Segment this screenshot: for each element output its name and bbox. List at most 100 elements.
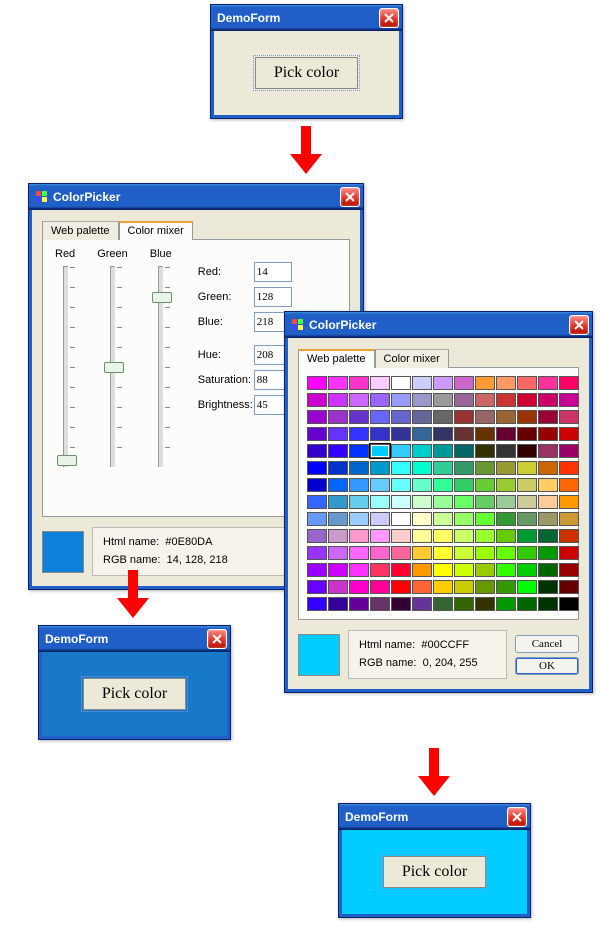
palette-cell[interactable] [517,529,537,543]
palette-cell[interactable] [349,597,369,611]
palette-cell[interactable] [370,597,390,611]
palette-cell[interactable] [454,393,474,407]
palette-cell[interactable] [307,495,327,509]
palette-cell[interactable] [307,393,327,407]
titlebar[interactable]: DemoForm [211,5,402,31]
palette-cell[interactable] [349,563,369,577]
palette-cell[interactable] [391,546,411,560]
palette-cell[interactable] [496,580,516,594]
palette-cell[interactable] [496,597,516,611]
palette-cell[interactable] [307,427,327,441]
palette-cell[interactable] [328,580,348,594]
palette-cell[interactable] [538,495,558,509]
palette-cell[interactable] [391,393,411,407]
palette-cell[interactable] [349,546,369,560]
palette-cell[interactable] [454,580,474,594]
palette-cell[interactable] [412,410,432,424]
tab-color-mixer[interactable]: Color mixer [375,349,449,368]
palette-cell[interactable] [412,478,432,492]
palette-cell[interactable] [370,546,390,560]
palette-cell[interactable] [538,597,558,611]
palette-cell[interactable] [307,444,327,458]
palette-cell[interactable] [454,410,474,424]
palette-cell[interactable] [496,478,516,492]
palette-cell[interactable] [475,444,495,458]
palette-cell[interactable] [559,376,579,390]
palette-cell[interactable] [433,461,453,475]
palette-cell[interactable] [391,478,411,492]
blue-slider[interactable] [158,266,163,467]
palette-cell[interactable] [328,427,348,441]
palette-cell[interactable] [433,410,453,424]
palette-cell[interactable] [412,597,432,611]
palette-cell[interactable] [433,495,453,509]
palette-cell[interactable] [475,376,495,390]
palette-cell[interactable] [307,410,327,424]
palette-cell[interactable] [349,580,369,594]
palette-cell[interactable] [391,597,411,611]
palette-cell[interactable] [538,563,558,577]
palette-cell[interactable] [307,563,327,577]
palette-cell[interactable] [349,478,369,492]
palette-cell[interactable] [538,444,558,458]
palette-cell[interactable] [433,563,453,577]
palette-cell[interactable] [433,478,453,492]
palette-cell[interactable] [391,410,411,424]
palette-cell[interactable] [370,512,390,526]
palette-cell[interactable] [454,376,474,390]
close-icon[interactable] [507,807,527,827]
palette-cell[interactable] [412,580,432,594]
pick-color-button[interactable]: Pick color [383,856,486,888]
palette-cell[interactable] [307,580,327,594]
palette-cell[interactable] [307,461,327,475]
palette-cell[interactable] [370,529,390,543]
palette-cell[interactable] [454,461,474,475]
palette-cell[interactable] [496,461,516,475]
palette-cell[interactable] [391,563,411,577]
palette-cell[interactable] [370,478,390,492]
palette-cell[interactable] [412,512,432,526]
palette-cell[interactable] [538,546,558,560]
palette-cell[interactable] [475,461,495,475]
palette-cell[interactable] [328,512,348,526]
palette-cell[interactable] [559,495,579,509]
palette-cell[interactable] [391,580,411,594]
palette-cell[interactable] [328,393,348,407]
palette-cell[interactable] [559,410,579,424]
palette-cell[interactable] [559,529,579,543]
palette-cell[interactable] [538,410,558,424]
palette-cell[interactable] [370,461,390,475]
palette-cell[interactable] [496,444,516,458]
palette-cell[interactable] [349,444,369,458]
palette-cell[interactable] [538,427,558,441]
palette-cell[interactable] [517,597,537,611]
palette-cell[interactable] [370,563,390,577]
palette-cell[interactable] [433,597,453,611]
palette-cell[interactable] [412,461,432,475]
palette-cell[interactable] [391,529,411,543]
palette-cell[interactable] [370,376,390,390]
palette-cell[interactable] [475,597,495,611]
palette-cell[interactable] [538,461,558,475]
palette-cell[interactable] [391,461,411,475]
palette-cell[interactable] [517,478,537,492]
palette-cell[interactable] [433,376,453,390]
palette-cell[interactable] [559,597,579,611]
palette-cell[interactable] [517,444,537,458]
palette-cell[interactable] [433,580,453,594]
palette-cell[interactable] [412,529,432,543]
input-green[interactable] [254,287,292,307]
palette-cell[interactable] [559,512,579,526]
palette-cell[interactable] [307,376,327,390]
palette-cell[interactable] [517,427,537,441]
palette-cell[interactable] [454,427,474,441]
palette-cell[interactable] [475,393,495,407]
palette-cell[interactable] [559,478,579,492]
red-slider[interactable] [63,266,68,467]
palette-cell[interactable] [391,495,411,509]
palette-cell[interactable] [538,580,558,594]
palette-cell[interactable] [475,410,495,424]
palette-cell[interactable] [349,512,369,526]
palette-cell[interactable] [328,444,348,458]
palette-cell[interactable] [475,512,495,526]
